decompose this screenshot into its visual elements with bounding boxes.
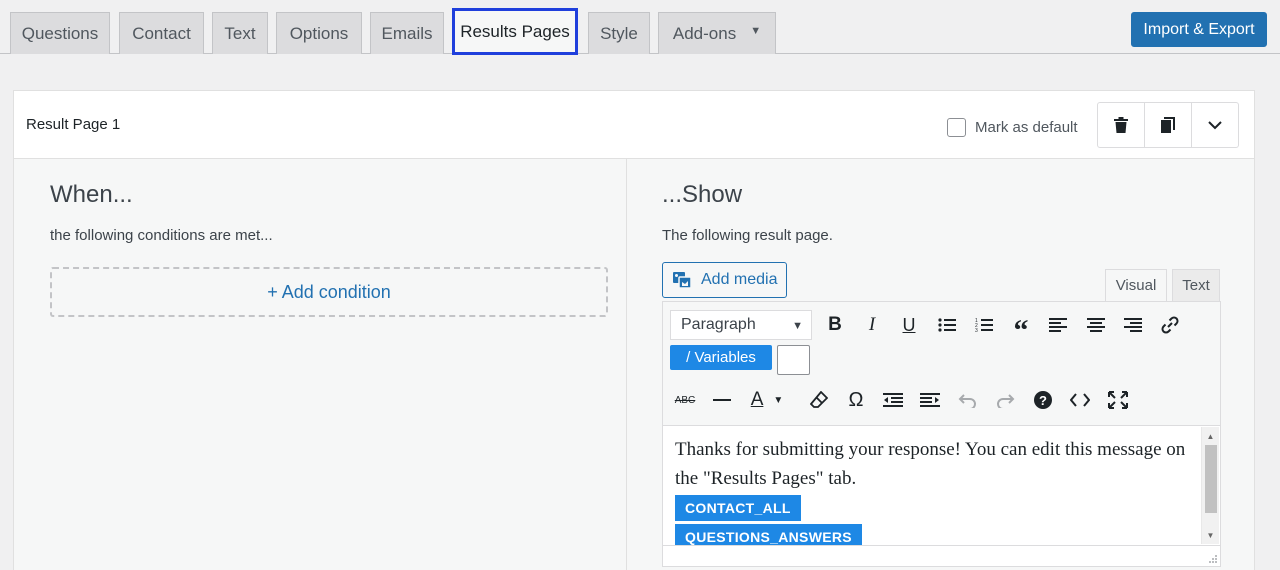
editor-content[interactable]: Thanks for submitting your response! You… xyxy=(663,427,1203,545)
help-icon[interactable]: ? xyxy=(1028,385,1058,415)
bold-icon[interactable]: B xyxy=(820,310,850,340)
chevron-down-icon: ▼ xyxy=(792,320,803,332)
tab-add-ons[interactable]: Add-ons ▼ xyxy=(658,12,776,54)
strikethrough-icon[interactable]: ABC xyxy=(670,385,700,415)
show-heading: ...Show xyxy=(662,181,743,208)
underline-icon[interactable]: U xyxy=(894,310,924,340)
duplicate-button[interactable] xyxy=(1145,103,1192,147)
add-media-button[interactable]: Add media xyxy=(662,262,787,298)
chevron-down-icon xyxy=(1208,120,1222,129)
align-left-icon[interactable] xyxy=(1043,310,1073,340)
format-select-value: Paragraph xyxy=(681,316,756,333)
outdent-icon[interactable] xyxy=(878,385,908,415)
horizontal-line-icon[interactable] xyxy=(707,385,737,415)
media-icon xyxy=(673,271,693,289)
result-page-body: When... the following conditions are met… xyxy=(14,159,1254,570)
import-export-button[interactable]: Import & Export xyxy=(1131,12,1267,47)
editor-scrollbar[interactable]: ▲ ▼ xyxy=(1201,427,1219,544)
blockquote-icon[interactable]: “ xyxy=(1006,310,1036,346)
tab-text[interactable]: Text xyxy=(212,12,268,54)
link-icon[interactable] xyxy=(1155,310,1185,340)
tab-text-mode[interactable]: Text xyxy=(1172,269,1220,301)
eraser-icon[interactable] xyxy=(804,385,834,415)
when-subtitle: the following conditions are met... xyxy=(50,227,273,244)
svg-text:3: 3 xyxy=(975,328,978,333)
editor-status-bar xyxy=(663,545,1220,566)
variable-tag-contact-all: CONTACT_ALL xyxy=(675,495,801,521)
tab-contact[interactable]: Contact xyxy=(119,12,204,54)
editor-message: Thanks for submitting your response! You… xyxy=(675,439,1186,489)
tab-emails[interactable]: Emails xyxy=(370,12,444,54)
tab-style[interactable]: Style xyxy=(588,12,650,54)
column-divider xyxy=(626,159,627,570)
mark-default-checkbox[interactable] xyxy=(947,118,966,137)
result-page-title: Result Page 1 xyxy=(26,116,121,133)
indent-icon[interactable] xyxy=(915,385,945,415)
fullscreen-icon[interactable] xyxy=(1103,385,1133,415)
align-right-icon[interactable] xyxy=(1118,310,1148,340)
italic-icon[interactable]: I xyxy=(857,310,887,340)
caret-down-icon: ▼ xyxy=(773,394,784,406)
add-condition-button[interactable]: + Add condition xyxy=(50,267,608,317)
svg-text:?: ? xyxy=(1039,393,1047,408)
redo-icon[interactable] xyxy=(990,385,1020,415)
when-heading: When... xyxy=(50,181,133,208)
tab-results-pages[interactable]: Results Pages xyxy=(452,8,578,55)
text-color-letter: A xyxy=(750,389,764,410)
omega-icon[interactable]: Ω xyxy=(841,385,871,415)
resize-handle-icon[interactable] xyxy=(1208,554,1218,564)
undo-icon[interactable] xyxy=(953,385,983,415)
delete-button[interactable] xyxy=(1098,103,1145,147)
result-page-panel: Result Page 1 Mark as default When... th… xyxy=(13,90,1255,570)
blank-toolbar-button[interactable] xyxy=(777,345,810,375)
tab-visual[interactable]: Visual xyxy=(1105,269,1167,301)
scroll-thumb[interactable] xyxy=(1205,445,1217,513)
text-color-button[interactable]: A ▼ xyxy=(744,385,790,415)
tab-add-ons-label: Add-ons xyxy=(672,23,737,43)
result-page-header: Result Page 1 Mark as default xyxy=(14,91,1254,159)
tab-questions[interactable]: Questions xyxy=(10,12,110,54)
scroll-up-icon[interactable]: ▲ xyxy=(1202,429,1219,443)
align-center-icon[interactable] xyxy=(1081,310,1111,340)
variables-button[interactable]: / Variables xyxy=(670,345,772,370)
trash-icon xyxy=(1114,117,1128,133)
mark-default-label: Mark as default xyxy=(975,119,1078,136)
variable-tag-questions-answers: QUESTIONS_ANSWERS xyxy=(675,524,862,545)
rich-text-editor: Paragraph ▼ B I U 123 “ / Variables ABC … xyxy=(662,301,1221,567)
add-media-label: Add media xyxy=(701,271,778,288)
collapse-button[interactable] xyxy=(1192,103,1238,147)
tab-options[interactable]: Options xyxy=(276,12,362,54)
numbered-list-icon[interactable]: 123 xyxy=(969,310,999,340)
mark-default-control[interactable]: Mark as default xyxy=(947,118,1078,137)
code-icon[interactable] xyxy=(1065,385,1095,415)
scroll-down-icon[interactable]: ▼ xyxy=(1202,528,1219,542)
page-actions xyxy=(1097,102,1239,148)
caret-down-icon: ▼ xyxy=(750,24,762,37)
editor-toolbar: Paragraph ▼ B I U 123 “ / Variables ABC … xyxy=(663,302,1220,426)
bullet-list-icon[interactable] xyxy=(932,310,962,340)
tab-bar: Questions Contact Text Options Emails Re… xyxy=(0,0,1280,55)
show-subtitle: The following result page. xyxy=(662,227,833,244)
copy-icon xyxy=(1161,117,1175,133)
format-select[interactable]: Paragraph ▼ xyxy=(670,310,812,340)
